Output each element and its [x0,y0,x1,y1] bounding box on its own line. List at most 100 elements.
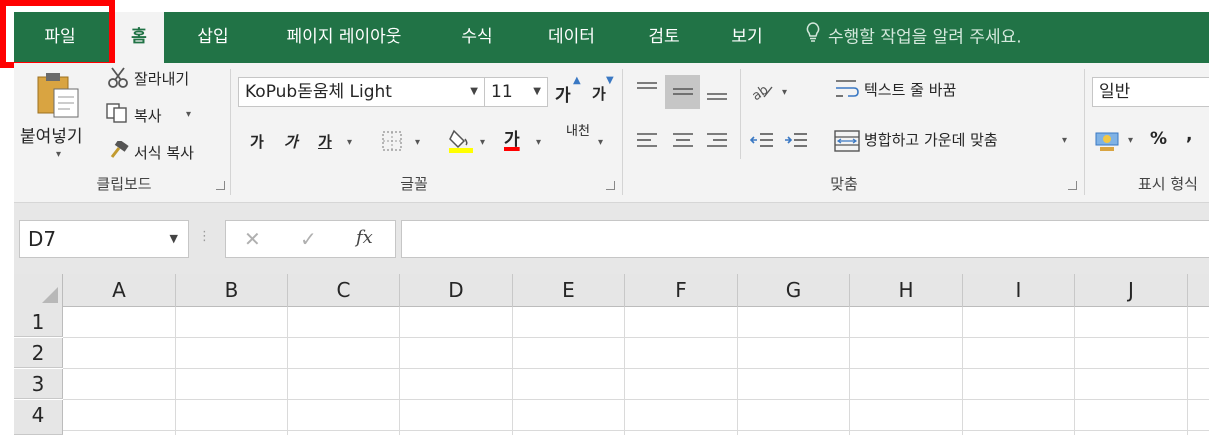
ribbon-home: 붙여넣기 ▾ 잘라내기 복사 ▾ 서식 복사 클립보드 KoPub돋움체 Lig… [14,63,1209,203]
group-divider [1084,69,1085,195]
increase-indent-icon[interactable] [784,131,808,155]
gridline [624,307,625,435]
column-header[interactable]: G [738,274,850,307]
decrease-arrow-icon: ▼ [606,75,614,86]
paste-dropdown-arrow[interactable]: ▾ [56,149,61,160]
tab-insert[interactable]: 삽입 [178,12,248,63]
bold-button[interactable]: 가 [250,131,264,152]
font-size-box[interactable]: 11 ▼ [484,77,548,107]
column-header[interactable]: F [625,274,738,307]
copy-icon[interactable] [106,103,128,127]
underline-dropdown-arrow[interactable]: ▾ [347,137,352,148]
align-center-icon[interactable] [672,131,694,155]
merge-center-button[interactable]: 병합하고 가운데 맞춤 [864,129,998,150]
merge-center-dropdown-arrow[interactable]: ▾ [1062,135,1067,146]
scissors-icon[interactable] [108,67,128,93]
chevron-down-icon[interactable]: ▼ [533,78,541,106]
paste-icon[interactable] [36,71,82,125]
font-size-value: 11 [491,82,513,102]
row-header[interactable]: 4 [14,400,63,435]
tab-view[interactable]: 보기 [712,12,782,63]
merge-center-icon[interactable] [834,129,860,157]
copy-dropdown-arrow[interactable]: ▾ [186,109,191,120]
fill-color-icon[interactable] [448,127,474,157]
alignment-launcher-icon[interactable] [1068,181,1077,190]
bottom-align-icon[interactable] [706,81,728,105]
accounting-dropdown-arrow[interactable]: ▾ [1128,135,1133,146]
tab-review[interactable]: 검토 [629,12,699,63]
ribbon-tab-bar: 파일 홈 삽입 페이지 레이아웃 수식 데이터 검토 보기 수행할 작업을 알려… [14,12,1209,63]
tell-me-search[interactable]: 수행할 작업을 알려 주세요. [806,12,1206,63]
tab-data[interactable]: 데이터 [524,12,619,63]
column-header[interactable]: I [963,274,1075,307]
chevron-down-icon[interactable]: ▼ [470,78,478,106]
accounting-format-icon[interactable] [1094,129,1122,157]
column-header[interactable]: A [63,274,176,307]
wrap-text-button[interactable]: 텍스트 줄 바꿈 [864,79,956,100]
align-left-icon[interactable] [636,131,658,155]
gridline [63,368,1209,369]
column-header[interactable]: B [176,274,288,307]
borders-dropdown-arrow[interactable]: ▾ [415,137,420,148]
gridline [1074,307,1075,435]
orientation-icon[interactable]: ab [749,79,776,107]
column-header[interactable]: C [288,274,400,307]
comma-style-button[interactable]: , [1186,125,1192,145]
gridline [175,307,176,435]
borders-icon[interactable] [382,131,402,155]
format-painter-icon[interactable] [108,139,130,163]
wrap-text-icon[interactable] [834,77,860,105]
orientation-dropdown-arrow[interactable]: ▾ [782,87,787,98]
copy-button[interactable]: 복사 [134,105,162,126]
number-group-label: 표시 형식 [1138,175,1198,193]
formula-input[interactable] [401,220,1209,258]
tab-home[interactable]: 홈 [114,12,164,63]
cancel-icon[interactable]: ✕ [244,227,261,251]
font-color-dropdown-arrow[interactable]: ▾ [536,137,541,148]
phonetic-dropdown-arrow[interactable]: ▾ [598,137,603,148]
group-divider [622,69,623,195]
number-format-box[interactable]: 일반 [1092,77,1209,107]
middle-align-icon[interactable] [672,81,694,105]
row-header[interactable]: 2 [14,338,63,368]
gridline [1187,307,1188,435]
top-align-icon[interactable] [636,81,658,105]
vertical-dots-icon[interactable]: ⋮ [198,229,211,244]
gridline [962,307,963,435]
row-header[interactable]: 1 [14,307,63,337]
font-launcher-icon[interactable] [606,181,615,190]
clipboard-launcher-icon[interactable] [216,181,225,190]
column-header[interactable]: E [513,274,625,307]
italic-button[interactable]: 가 [284,131,298,152]
underline-button[interactable]: 가 [318,131,332,152]
fill-color-dropdown-arrow[interactable]: ▾ [480,137,485,148]
align-right-icon[interactable] [706,131,728,155]
chevron-down-icon[interactable]: ▼ [170,221,178,257]
font-name-box[interactable]: KoPub돋움체 Light ▼ [238,77,485,107]
row-header[interactable]: 3 [14,369,63,399]
column-header[interactable]: J [1075,274,1188,307]
lightbulb-icon [806,12,820,63]
paste-button[interactable]: 붙여넣기 [20,122,83,147]
decrease-indent-icon[interactable] [749,131,774,155]
cut-button[interactable]: 잘라내기 [134,68,189,89]
format-painter-button[interactable]: 서식 복사 [134,142,194,163]
decrease-font-size-button[interactable]: 가 [592,83,606,104]
gridline [849,307,850,435]
insert-function-button[interactable]: fx [356,227,373,248]
tab-page-layout[interactable]: 페이지 레이아웃 [259,12,429,63]
column-header[interactable]: H [850,274,963,307]
column-header[interactable]: D [400,274,513,307]
enter-icon[interactable]: ✓ [300,227,317,251]
tab-file[interactable]: 파일 [14,12,106,63]
tab-formulas[interactable]: 수식 [442,12,512,63]
phonetic-button[interactable]: 내천 [566,125,590,139]
percent-style-button[interactable]: % [1150,129,1167,149]
gridline [287,307,288,435]
increase-font-size-button[interactable]: 가 [555,81,571,106]
select-all-button[interactable] [14,274,63,307]
name-box[interactable]: D7 ▼ [19,220,189,258]
font-color-button[interactable]: 가 [504,125,520,150]
group-divider [230,69,231,195]
formula-buttons: ✕ ✓ fx [225,220,396,258]
